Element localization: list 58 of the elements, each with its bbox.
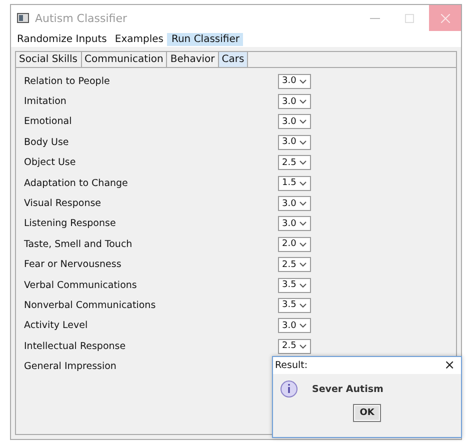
field-label: Visual Response	[24, 198, 102, 210]
value-dropdown[interactable]: 2.0	[278, 236, 311, 252]
caret-icon	[299, 180, 307, 186]
value-dropdown[interactable]: 3.0	[278, 134, 311, 150]
value-dropdown[interactable]: 3.5	[278, 298, 311, 313]
caret-icon	[299, 160, 307, 166]
field-label: Object Use	[24, 157, 77, 168]
value-dropdown[interactable]: 1.5	[278, 176, 311, 191]
value-dropdown[interactable]: 3.0	[278, 94, 311, 110]
caret-icon	[299, 344, 307, 349]
caret-icon	[299, 221, 307, 226]
field-label: Emotional	[24, 116, 73, 128]
value-dropdown[interactable]: 3.0	[278, 216, 311, 232]
value-dropdown[interactable]: 2.5	[278, 257, 311, 272]
close-button[interactable]	[429, 5, 461, 31]
caret-icon	[299, 302, 307, 308]
value-dropdown[interactable]: 3.0	[278, 114, 311, 130]
info-icon	[280, 380, 298, 398]
close-icon	[440, 14, 450, 22]
caret-icon	[299, 323, 307, 328]
caret-icon	[299, 282, 307, 288]
window-title: Autism Classifier	[35, 12, 128, 24]
value-dropdown[interactable]: 3.0	[278, 318, 311, 334]
result-message: Sever Autism	[312, 384, 384, 394]
dialog-title: Result:	[275, 360, 308, 371]
field-label: Body Use	[24, 136, 70, 148]
value-dropdown[interactable]: 2.5	[278, 155, 311, 170]
ok-button[interactable]: OK	[353, 404, 381, 422]
caret-icon	[299, 262, 307, 268]
field-label: Adaptation to Change	[24, 178, 129, 189]
field-label: Fear or Nervousness	[24, 259, 122, 270]
field-label: Intellectual Response	[24, 340, 127, 352]
caret-icon	[299, 201, 307, 206]
value-dropdown[interactable]: 3.5	[278, 278, 311, 293]
value-dropdown[interactable]: 3.0	[278, 74, 311, 89]
tab[interactable]: Cars	[218, 52, 248, 67]
tab[interactable]: Communication	[82, 52, 168, 67]
value-dropdown[interactable]: 2.5	[278, 338, 311, 354]
menu-item[interactable]: Randomize Inputs	[13, 32, 111, 46]
menu-item[interactable]: Examples	[110, 32, 168, 46]
close-button[interactable]: ×	[444, 358, 455, 373]
value-dropdown[interactable]: 3.0	[278, 196, 311, 212]
caret-icon	[299, 140, 307, 145]
field-label: Taste, Smell and Touch	[24, 238, 134, 250]
field-label: Activity Level	[24, 320, 89, 332]
maximize-icon	[404, 14, 414, 22]
field-label: General Impression	[24, 361, 118, 372]
caret-icon	[299, 242, 307, 247]
field-label: Relation to People	[24, 76, 111, 87]
field-label: Imitation	[24, 96, 68, 108]
field-label: Listening Response	[24, 218, 117, 230]
field-label: Nonverbal Communications	[24, 300, 157, 311]
field-label: Verbal Communications	[24, 280, 138, 291]
caret-icon	[299, 78, 307, 84]
caret-icon	[299, 119, 307, 124]
menu-item[interactable]: Run Classifier	[167, 32, 244, 46]
caret-icon	[299, 99, 307, 104]
app-icon	[17, 13, 29, 23]
